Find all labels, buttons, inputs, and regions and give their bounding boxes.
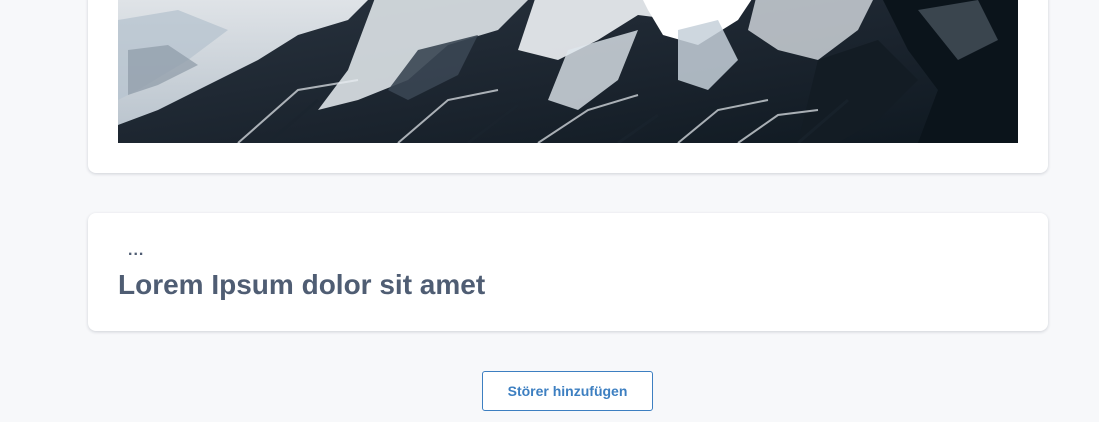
add-stoerer-button[interactable]: Störer hinzufügen: [482, 371, 653, 411]
card-headline: Lorem Ipsum dolor sit amet: [118, 269, 486, 300]
more-options-icon[interactable]: ...: [128, 241, 144, 261]
mountain-image: [118, 0, 1018, 143]
image-card: [88, 0, 1048, 173]
text-card: ... Lorem Ipsum dolor sit amet: [88, 213, 1048, 331]
mountain-image-graphic: [118, 0, 1018, 143]
